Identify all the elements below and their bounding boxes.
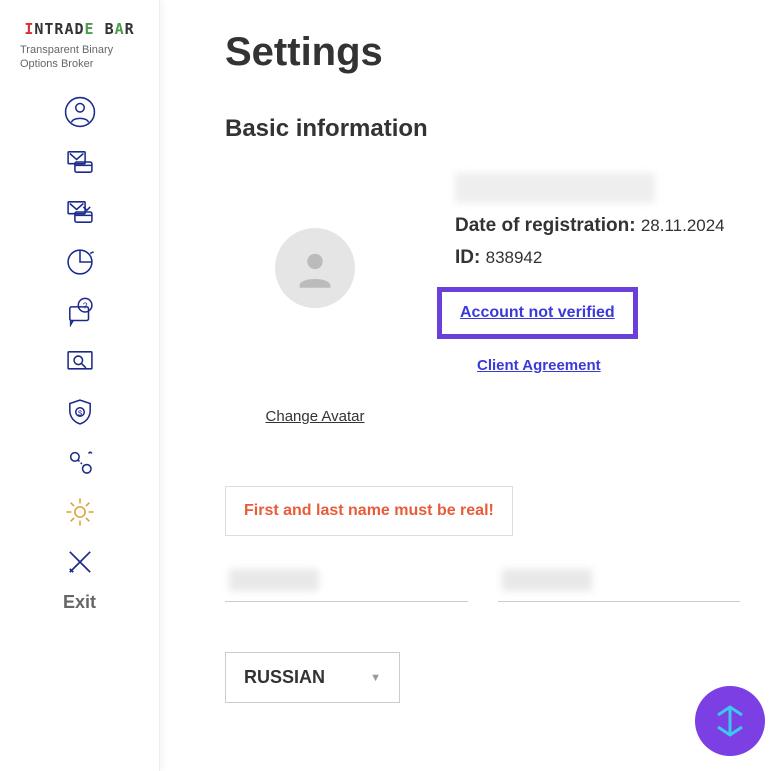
change-avatar-link[interactable]: Change Avatar	[266, 408, 365, 425]
name-warning-box: First and last name must be real!	[225, 486, 513, 536]
redacted-last-name	[502, 569, 592, 591]
registration-date: Date of registration: 28.11.2024	[455, 215, 740, 237]
main-content: Settings Basic information Change Avatar…	[160, 0, 780, 733]
sidebar: INTRADE BAR Transparent Binary Options B…	[0, 0, 160, 771]
stats-icon[interactable]	[60, 242, 100, 282]
basic-info-row: Change Avatar Date of registration: 28.1…	[225, 173, 740, 426]
avatar	[275, 228, 355, 308]
security-icon[interactable]: $	[60, 392, 100, 432]
redacted-name	[455, 173, 655, 203]
analysis-icon[interactable]	[60, 342, 100, 382]
info-column: Date of registration: 28.11.2024 ID: 838…	[455, 173, 740, 426]
name-inputs-row	[225, 561, 740, 602]
reg-date-value: 28.11.2024	[641, 216, 725, 235]
section-title: Basic information	[225, 115, 740, 143]
tagline: Transparent Binary Options Broker	[0, 43, 159, 72]
chat-fab[interactable]	[695, 686, 765, 756]
support-icon[interactable]: ?	[60, 292, 100, 332]
redacted-first-name	[229, 569, 319, 591]
client-agreement-link[interactable]: Client Agreement	[477, 357, 601, 374]
page-title: Settings	[225, 30, 740, 75]
language-select[interactable]: RUSSIAN ▼	[225, 652, 400, 703]
settings-gear-icon[interactable]	[60, 492, 100, 532]
id-value: 838942	[486, 248, 543, 267]
language-selected: RUSSIAN	[244, 667, 325, 688]
exit-link[interactable]: Exit	[0, 592, 159, 613]
referral-icon[interactable]	[60, 442, 100, 482]
avatar-column: Change Avatar	[225, 173, 405, 426]
name-warning-text: First and last name must be real!	[244, 502, 494, 519]
svg-text:?: ?	[82, 300, 87, 310]
user-id: ID: 838942	[455, 247, 740, 269]
first-name-input[interactable]	[225, 561, 468, 602]
logo: INTRADE BAR	[0, 20, 159, 38]
verification-highlight: Account not verified	[437, 287, 638, 339]
chevron-down-icon: ▼	[370, 672, 381, 684]
reg-date-label: Date of registration:	[455, 215, 636, 236]
profile-icon[interactable]	[60, 92, 100, 132]
last-name-input[interactable]	[498, 561, 741, 602]
deposit-icon[interactable]	[60, 142, 100, 182]
withdraw-icon[interactable]	[60, 192, 100, 232]
id-label: ID:	[455, 247, 480, 268]
account-not-verified-link[interactable]: Account not verified	[460, 304, 615, 321]
battle-icon[interactable]	[60, 542, 100, 582]
